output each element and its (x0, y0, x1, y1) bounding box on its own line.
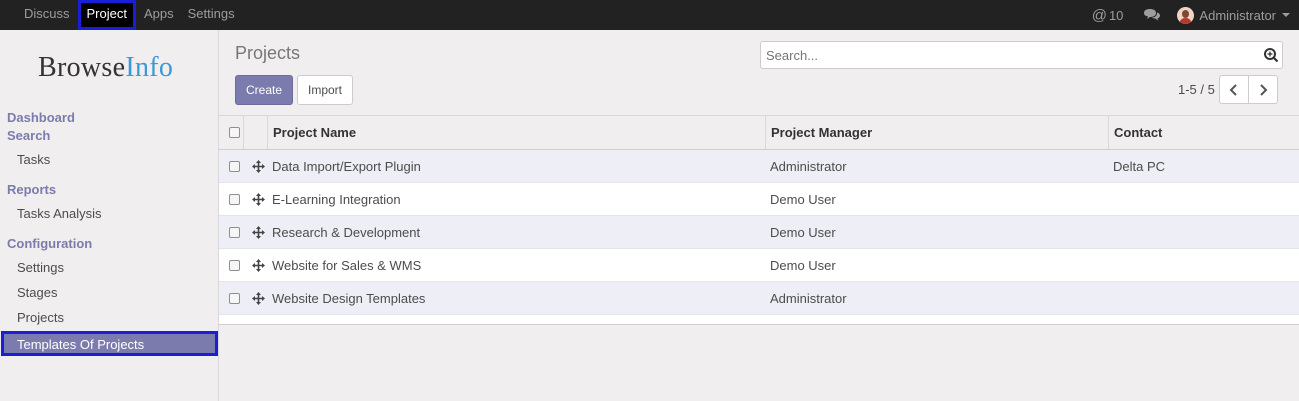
table-row[interactable]: Research & Development Demo User (219, 216, 1299, 249)
sidebar-item-settings[interactable]: Settings (17, 260, 64, 275)
row-checkbox[interactable] (228, 259, 240, 271)
search-box (760, 41, 1283, 69)
handle-column-header (243, 116, 267, 149)
contact-cell (1108, 216, 1299, 248)
search-input[interactable] (761, 42, 1241, 68)
sidebar-section-dashboard[interactable]: Dashboard (7, 110, 75, 125)
sidebar-item-tasks-analysis[interactable]: Tasks Analysis (17, 206, 102, 221)
systray: @ 10 Administrator (1092, 0, 1299, 30)
row-checkbox[interactable] (228, 226, 240, 238)
sidebar-item-projects[interactable]: Projects (17, 310, 64, 325)
at-icon: @ (1091, 6, 1107, 24)
create-button[interactable]: Create (235, 75, 293, 105)
sidebar-section-configuration: Configuration (7, 236, 93, 251)
mentions-button[interactable]: @ 10 (1092, 7, 1124, 24)
row-checkbox[interactable] (228, 292, 240, 304)
project-name-cell: Website Design Templates (272, 290, 426, 306)
breadcrumb: Projects (235, 43, 301, 63)
pager-value[interactable]: 1-5 / 5 (1178, 82, 1215, 97)
table-row[interactable]: E-Learning Integration Demo User (219, 183, 1299, 216)
column-project-manager[interactable]: Project Manager (765, 116, 1108, 149)
column-contact[interactable]: Contact (1108, 116, 1299, 149)
select-all-checkbox[interactable] (228, 127, 240, 138)
user-name: Administrator (1199, 7, 1276, 23)
drag-handle-icon[interactable] (251, 192, 265, 206)
sidebar: BrowseInfo Dashboard Search Tasks Report… (0, 30, 219, 401)
project-manager-cell: Administrator (770, 158, 847, 174)
search-icon[interactable] (1263, 47, 1279, 63)
menu-apps[interactable]: Apps (137, 0, 181, 30)
table-header: Project Name Project Manager Contact (219, 116, 1299, 150)
project-name-cell: Research & Development (272, 224, 421, 240)
table-row[interactable]: Website Design Templates Administrator (219, 282, 1299, 315)
drag-handle-icon[interactable] (251, 159, 265, 173)
sidebar-section-search: Search (7, 128, 51, 143)
pager-next-button[interactable] (1248, 75, 1278, 104)
project-manager-cell: Demo User (770, 257, 836, 273)
project-manager-cell: Demo User (770, 191, 836, 207)
chevron-right-icon (1260, 83, 1268, 96)
import-button[interactable]: Import (297, 75, 353, 105)
project-manager-cell: Demo User (770, 224, 836, 240)
contact-cell (1108, 183, 1299, 215)
project-name-cell: Website for Sales & WMS (272, 257, 422, 273)
drag-handle-icon[interactable] (251, 291, 265, 305)
avatar (1177, 6, 1195, 24)
contact-cell: Delta PC (1113, 158, 1166, 174)
menu-settings[interactable]: Settings (181, 0, 242, 30)
column-project-name[interactable]: Project Name (267, 116, 765, 149)
caret-down-icon (1282, 13, 1290, 17)
contact-cell (1108, 249, 1299, 281)
mentions-count: 10 (1108, 7, 1124, 23)
menu-discuss[interactable]: Discuss (17, 0, 77, 30)
row-checkbox[interactable] (228, 193, 240, 205)
sidebar-section-reports: Reports (7, 182, 57, 197)
sidebar-item-templates-of-projects[interactable]: Templates Of Projects (1, 331, 218, 356)
project-name-cell: E-Learning Integration (272, 191, 401, 207)
company-logo: BrowseInfo (38, 52, 174, 83)
table-footer (219, 315, 1299, 325)
row-checkbox[interactable] (228, 160, 240, 172)
pager-previous-button[interactable] (1219, 75, 1249, 104)
drag-handle-icon[interactable] (251, 258, 265, 272)
menu-project[interactable]: Project (77, 0, 136, 30)
user-menu[interactable]: Administrator (1177, 6, 1290, 24)
drag-handle-icon[interactable] (251, 225, 265, 239)
project-name-cell: Data Import/Export Plugin (272, 158, 421, 174)
table-row[interactable]: Data Import/Export Plugin Administrator … (219, 150, 1299, 183)
main-content: Projects Create Import 1-5 / 5 Project N… (219, 30, 1299, 401)
sidebar-item-tasks[interactable]: Tasks (17, 152, 50, 167)
contact-cell (1108, 282, 1299, 314)
projects-table: Project Name Project Manager Contact Dat… (219, 115, 1299, 325)
table-row[interactable]: Website for Sales & WMS Demo User (219, 249, 1299, 282)
sidebar-item-stages[interactable]: Stages (17, 285, 57, 300)
top-navbar: Discuss Project Apps Settings @ 10 Admin… (0, 0, 1299, 30)
project-manager-cell: Administrator (770, 290, 847, 306)
chat-icon[interactable] (1143, 8, 1161, 22)
main-menu: Discuss Project Apps Settings (17, 0, 242, 30)
chevron-left-icon (1229, 83, 1237, 96)
